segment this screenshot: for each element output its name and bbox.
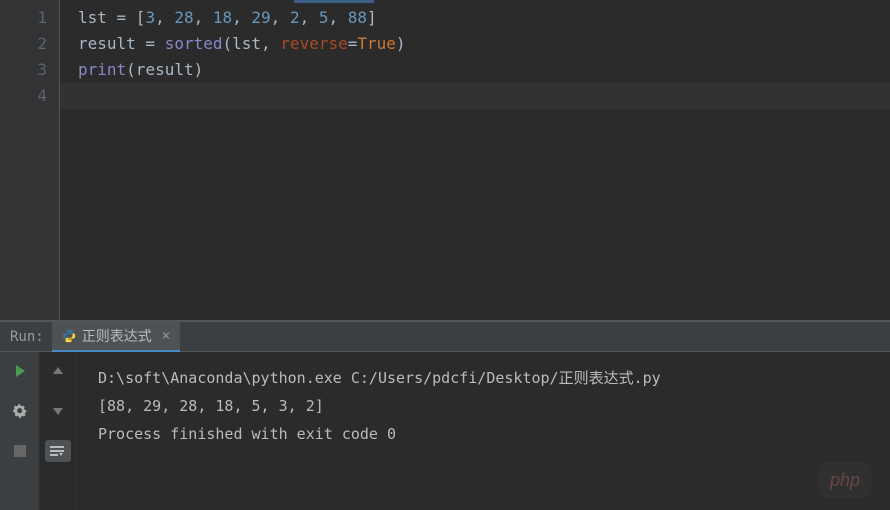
stop-button[interactable] — [9, 440, 31, 462]
current-line-highlight — [60, 83, 890, 109]
line-number: 1 — [0, 5, 47, 31]
console-line: D:\soft\Anaconda\python.exe C:/Users/pdc… — [98, 364, 890, 392]
soft-wrap-button[interactable] — [45, 440, 71, 462]
scroll-down-button[interactable] — [47, 400, 69, 422]
run-tab-bar: Run: 正则表达式 × — [0, 322, 890, 352]
run-body: D:\soft\Anaconda\python.exe C:/Users/pdc… — [0, 352, 890, 510]
run-toolbar-secondary — [40, 352, 76, 510]
python-icon — [62, 329, 76, 343]
settings-button[interactable] — [9, 400, 31, 422]
watermark: php — [818, 462, 872, 498]
selection-marker — [294, 0, 374, 3]
run-panel: Run: 正则表达式 × — [0, 322, 890, 510]
console-line: Process finished with exit code 0 — [98, 420, 890, 448]
gutter: 1 2 3 4 — [0, 0, 60, 320]
console-line: [88, 29, 28, 18, 5, 3, 2] — [98, 392, 890, 420]
line-number: 4 — [0, 83, 47, 109]
line-number: 2 — [0, 31, 47, 57]
code-area[interactable]: lst = [3, 28, 18, 29, 2, 5, 88] result =… — [60, 0, 890, 320]
console-output[interactable]: D:\soft\Anaconda\python.exe C:/Users/pdc… — [76, 352, 890, 510]
scroll-up-button[interactable] — [47, 360, 69, 382]
editor-pane: 1 2 3 4 lst = [3, 28, 18, 29, 2, 5, 88] … — [0, 0, 890, 320]
line-number: 3 — [0, 57, 47, 83]
run-tab-title: 正则表达式 — [82, 326, 152, 346]
run-toolbar-primary — [0, 352, 40, 510]
code-line[interactable]: print(result) — [78, 57, 890, 83]
run-tab[interactable]: 正则表达式 × — [52, 322, 180, 352]
code-line[interactable]: result = sorted(lst, reverse=True) — [78, 31, 890, 57]
code-line[interactable]: lst = [3, 28, 18, 29, 2, 5, 88] — [78, 5, 890, 31]
run-label: Run: — [10, 329, 52, 345]
close-icon[interactable]: × — [162, 328, 170, 344]
rerun-button[interactable] — [9, 360, 31, 382]
